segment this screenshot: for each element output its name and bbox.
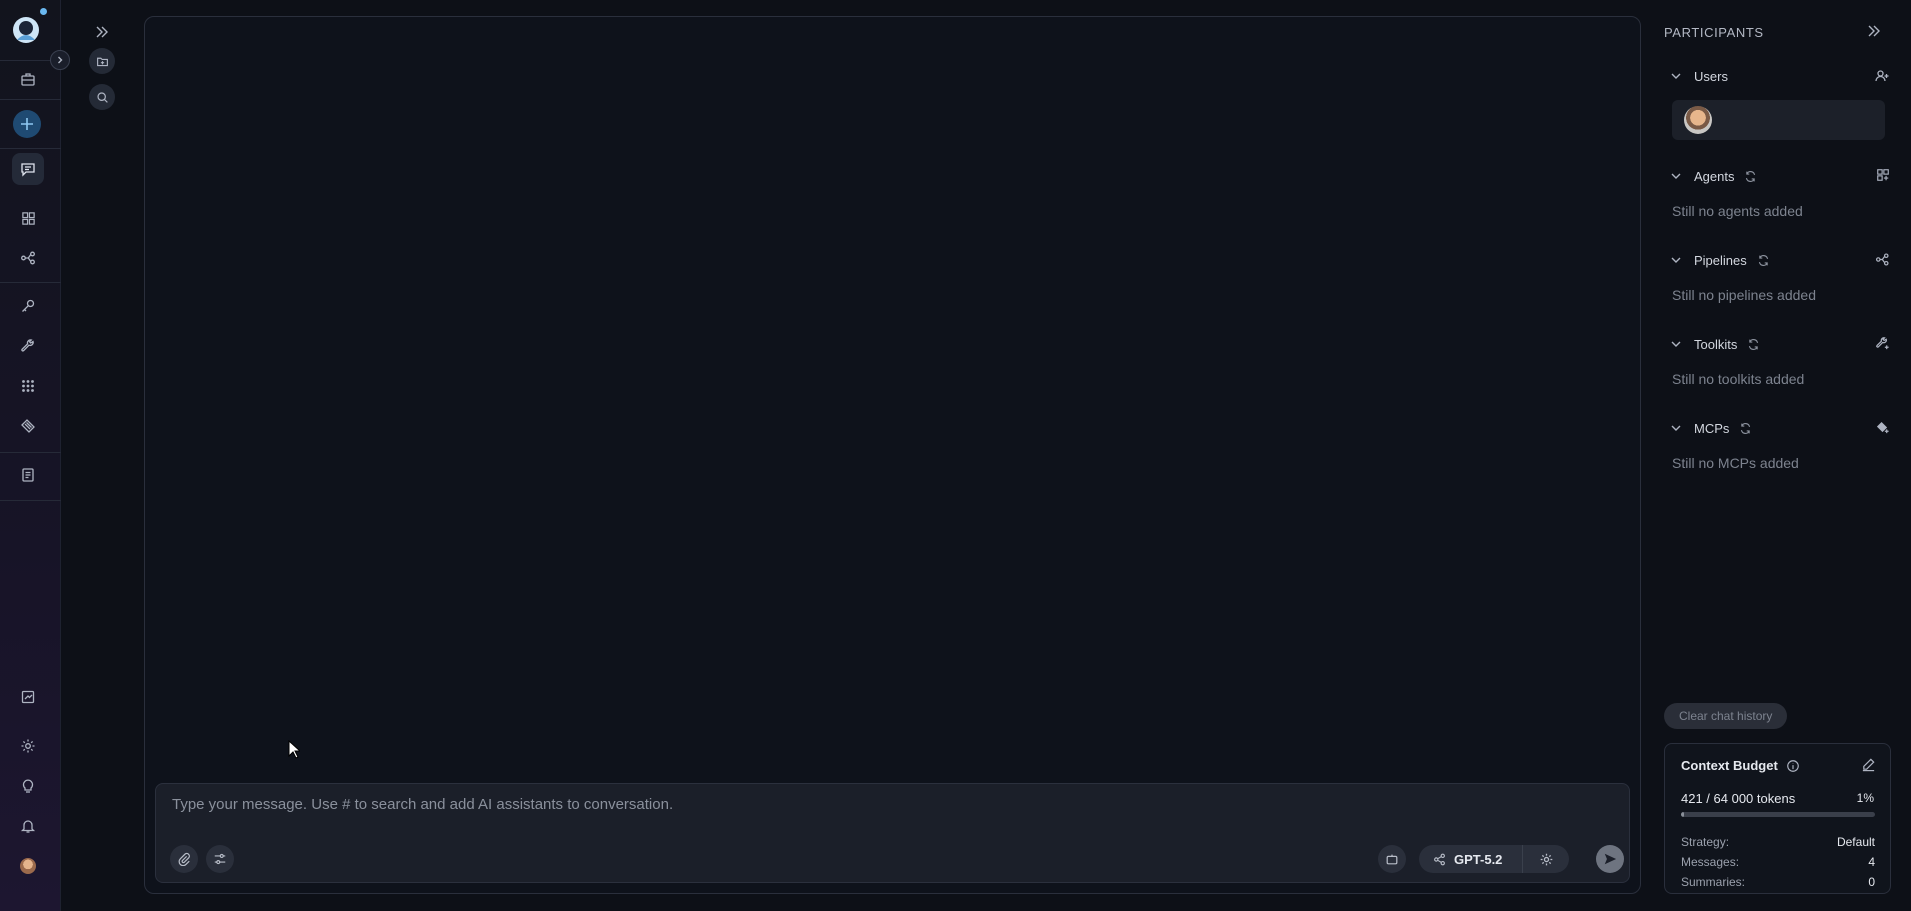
add-user-icon[interactable]: [1874, 68, 1890, 84]
key-icon[interactable]: [12, 290, 44, 322]
empty-toolkits-text: Still no toolkits added: [1672, 371, 1805, 387]
attach-icon[interactable]: [170, 845, 198, 873]
message-composer: GPT-5.2: [155, 783, 1630, 883]
refresh-icon[interactable]: [1757, 254, 1770, 267]
section-label: Pipelines: [1694, 252, 1747, 268]
info-icon[interactable]: [1786, 759, 1800, 773]
ticket-icon[interactable]: [12, 410, 44, 442]
bell-icon[interactable]: [12, 810, 44, 842]
chevron-down-icon[interactable]: [1670, 170, 1682, 182]
chevron-right-icon[interactable]: [50, 50, 70, 70]
expand-panel-icon[interactable]: [89, 19, 115, 45]
share-icon: [1433, 853, 1446, 866]
avatar: [1684, 106, 1712, 134]
sliders-icon[interactable]: [206, 845, 234, 873]
message-input[interactable]: [172, 796, 1472, 826]
refresh-icon[interactable]: [1747, 338, 1760, 351]
empty-pipelines-text: Still no pipelines added: [1672, 287, 1816, 303]
divider: [0, 282, 61, 283]
notification-dot: [40, 8, 47, 15]
clear-chat-history-button[interactable]: Clear chat history: [1664, 703, 1788, 729]
edit-icon[interactable]: [1861, 757, 1876, 772]
wrench-icon[interactable]: [12, 330, 44, 362]
add-pipeline-icon[interactable]: [1875, 252, 1890, 267]
section-toolkits[interactable]: Toolkits: [1670, 334, 1895, 354]
grid-icon[interactable]: [12, 202, 44, 234]
section-label: Users: [1694, 68, 1728, 84]
chevron-down-icon[interactable]: [1670, 254, 1682, 266]
strategy-value: Default: [1836, 835, 1875, 849]
conversation-tools: [62, 0, 142, 911]
divider: [0, 148, 61, 149]
agent-icon[interactable]: [1378, 845, 1406, 873]
add-toolkit-icon[interactable]: [1875, 336, 1890, 351]
send-button[interactable]: [1596, 845, 1624, 873]
section-label: Toolkits: [1694, 336, 1738, 352]
panel-title: PARTICIPANTS: [1664, 25, 1764, 40]
budget-progress-bar: [1681, 812, 1875, 817]
section-mcps[interactable]: MCPs: [1670, 418, 1895, 438]
chevron-down-icon[interactable]: [1670, 422, 1682, 434]
chevron-down-icon[interactable]: [1670, 338, 1682, 350]
refresh-icon[interactable]: [1744, 170, 1757, 183]
user-chip[interactable]: [1672, 100, 1885, 140]
avatar[interactable]: [20, 858, 36, 874]
summaries-label: Summaries:: [1681, 875, 1746, 889]
messages-row: Messages: 4: [1681, 855, 1875, 869]
model-select[interactable]: GPT-5.2: [1419, 845, 1523, 873]
folder-icon[interactable]: [89, 48, 115, 74]
search-icon[interactable]: [89, 84, 115, 110]
model-name: GPT-5.2: [1454, 851, 1503, 867]
gear-icon[interactable]: [12, 730, 44, 762]
apps-icon[interactable]: [12, 370, 44, 402]
strategy-label: Strategy:: [1681, 835, 1730, 849]
refresh-icon[interactable]: [1739, 422, 1752, 435]
chat-panel: GPT-5.2: [144, 16, 1641, 894]
flow-icon[interactable]: [12, 242, 44, 274]
chevron-down-icon[interactable]: [1670, 70, 1682, 82]
divider: [0, 99, 61, 100]
add-mcp-icon[interactable]: [1875, 420, 1890, 435]
section-pipelines[interactable]: Pipelines: [1670, 250, 1895, 270]
add-agent-icon[interactable]: [1876, 168, 1890, 182]
context-budget-card: Context Budget 421 / 64 000 tokens 1% St…: [1664, 743, 1891, 894]
participants-panel: PARTICIPANTS Users Agents Still no agent…: [1650, 0, 1911, 911]
section-users[interactable]: Users: [1670, 66, 1895, 86]
budget-title: Context Budget: [1681, 758, 1778, 773]
divider: [0, 452, 61, 453]
token-count: 421 / 64 000 tokens: [1681, 791, 1796, 806]
section-agents[interactable]: Agents: [1670, 166, 1895, 186]
messages-value: 4: [1868, 855, 1875, 869]
summaries-value: 0: [1868, 875, 1875, 889]
collapse-panel-icon[interactable]: [1866, 23, 1882, 39]
new-conversation-button[interactable]: [13, 110, 41, 138]
messages-label: Messages:: [1681, 855, 1740, 869]
logo[interactable]: [11, 15, 41, 45]
summaries-row: Summaries: 0: [1681, 875, 1875, 889]
empty-mcps-text: Still no MCPs added: [1672, 455, 1799, 471]
empty-agents-text: Still no agents added: [1672, 203, 1803, 219]
nav-rail: [0, 0, 61, 911]
mouse-pointer-icon: [288, 740, 300, 759]
strategy-row: Strategy: Default: [1681, 835, 1875, 849]
document-icon[interactable]: [12, 459, 44, 491]
briefcase-icon[interactable]: [12, 63, 44, 95]
section-label: Agents: [1694, 168, 1735, 184]
notes-icon[interactable]: [12, 681, 44, 713]
budget-header: Context Budget: [1681, 758, 1800, 773]
budget-progress-fill: [1681, 812, 1684, 817]
divider: [0, 500, 61, 501]
chat-icon[interactable]: [12, 153, 44, 185]
token-percent: 1%: [1856, 791, 1874, 805]
section-label: MCPs: [1694, 420, 1730, 436]
model-settings-gear-icon[interactable]: [1523, 845, 1569, 873]
model-selector[interactable]: GPT-5.2: [1419, 845, 1569, 873]
lightbulb-icon[interactable]: [12, 770, 44, 802]
